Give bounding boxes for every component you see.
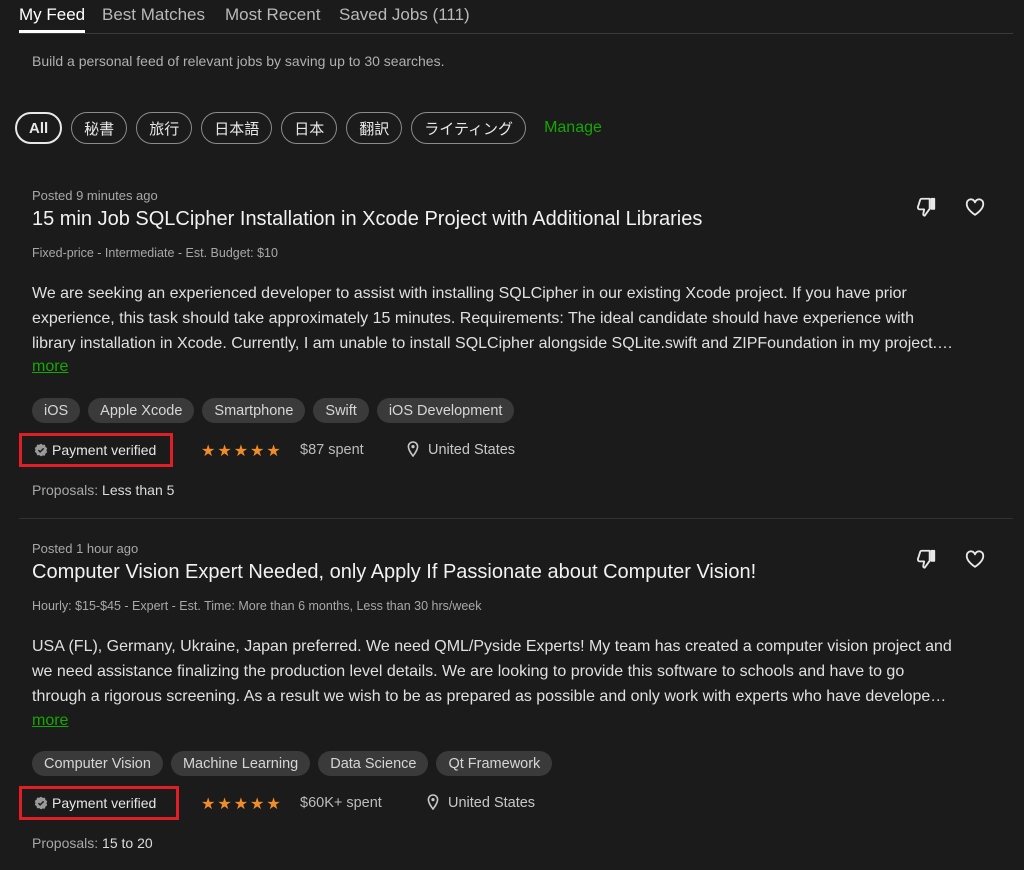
star-icon: ★: [217, 796, 232, 813]
client-location: United States: [448, 795, 536, 811]
skill-tag[interactable]: iOS Development: [376, 398, 515, 423]
skill-tags: Computer Vision Machine Learning Data Sc…: [32, 751, 553, 776]
star-icon: ★: [266, 796, 281, 813]
thumbs-down-icon: [916, 549, 936, 569]
client-spent: $87 spent: [300, 442, 364, 458]
more-link[interactable]: more: [32, 712, 68, 730]
filter-chip-writing[interactable]: ライティング: [411, 112, 527, 144]
map-pin-icon: [407, 441, 419, 457]
description-line: through a rigorous screening. As a resul…: [32, 688, 947, 705]
star-icon: ★: [201, 443, 216, 460]
client-info-row: Payment verified ★ ★ ★ ★ ★ $87 spent United …: [0, 433, 1024, 473]
map-pin-icon: [427, 794, 439, 810]
tab-my-feed[interactable]: My Feed: [19, 5, 85, 25]
skill-tag[interactable]: Qt Framework: [436, 751, 553, 776]
tab-most-recent[interactable]: Most Recent: [225, 5, 320, 25]
heart-icon: [965, 198, 985, 216]
posted-time: Posted 9 minutes ago: [32, 188, 158, 203]
filter-chip-bar: All 秘書 旅行 日本語 日本 翻訳 ライティング Manage: [15, 111, 602, 145]
star-icon: ★: [201, 796, 216, 813]
star-icon: ★: [217, 443, 232, 460]
save-job-button[interactable]: [962, 546, 988, 572]
filter-chip-secretary[interactable]: 秘書: [71, 112, 128, 144]
feed-hint-text: Build a personal feed of relevant jobs b…: [32, 53, 445, 69]
card-divider: [19, 518, 1013, 519]
skill-tag[interactable]: Swift: [313, 398, 369, 423]
filter-chip-translation[interactable]: 翻訳: [346, 112, 403, 144]
skill-tag[interactable]: Machine Learning: [170, 751, 311, 776]
payment-status: Payment verified: [52, 795, 157, 811]
client-location: United States: [428, 442, 516, 458]
tab-saved-jobs[interactable]: Saved Jobs (111): [339, 5, 470, 25]
job-description: USA (FL), Germany, Ukraine, Japan prefer…: [32, 634, 994, 709]
skill-tag[interactable]: Data Science: [318, 751, 429, 776]
filter-chip-japanese-language[interactable]: 日本語: [201, 112, 273, 144]
job-title[interactable]: 15 min Job SQLCipher Installation in Xco…: [32, 208, 702, 231]
job-meta: Hourly: $15-$45 - Expert - Est. Time: Mo…: [32, 599, 482, 613]
thumbs-down-icon: [916, 197, 936, 217]
payment-verified-badge: Payment verified: [19, 433, 173, 467]
payment-verified-badge: Payment verified: [19, 786, 179, 820]
filter-chip-travel[interactable]: 旅行: [136, 112, 193, 144]
check-badge-icon: [34, 796, 48, 810]
skill-tag[interactable]: Smartphone: [202, 398, 306, 423]
manage-searches-link[interactable]: Manage: [544, 119, 602, 137]
proposals-value: Less than 5: [102, 482, 175, 498]
job-meta: Fixed-price - Intermediate - Est. Budget…: [32, 246, 278, 260]
description-line: We are seeking an experienced developer …: [32, 285, 907, 302]
description-line: experience, this task should take approx…: [32, 310, 914, 327]
payment-status: Payment verified: [52, 442, 157, 458]
description-line: USA (FL), Germany, Ukraine, Japan prefer…: [32, 638, 952, 655]
tab-best-matches[interactable]: Best Matches: [102, 5, 205, 25]
client-info-row: Payment verified ★ ★ ★ ★ ★ $60K+ spent Unite…: [0, 786, 1024, 826]
proposals-count: Proposals: 15 to 20: [32, 835, 153, 851]
dislike-button[interactable]: [913, 194, 939, 220]
skill-tags: iOS Apple Xcode Smartphone Swift iOS Dev…: [32, 398, 515, 423]
client-rating: ★ ★ ★ ★ ★: [201, 794, 281, 814]
dislike-button[interactable]: [913, 546, 939, 572]
filter-chip-all[interactable]: All: [15, 112, 63, 144]
job-description: We are seeking an experienced developer …: [32, 281, 994, 356]
star-icon: ★: [266, 443, 281, 460]
posted-time: Posted 1 hour ago: [32, 541, 139, 556]
star-icon: ★: [233, 796, 249, 813]
tab-bar: My Feed Best Matches Most Recent Saved J…: [19, 0, 1013, 34]
job-title[interactable]: Computer Vision Expert Needed, only Appl…: [32, 561, 756, 584]
skill-tag[interactable]: Computer Vision: [32, 751, 163, 776]
check-badge-icon: [34, 443, 48, 457]
more-link[interactable]: more: [32, 358, 68, 376]
filter-chip-japan[interactable]: 日本: [281, 112, 338, 144]
skill-tag[interactable]: Apple Xcode: [88, 398, 195, 423]
client-rating: ★ ★ ★ ★ ★: [201, 441, 281, 461]
star-icon: ★: [250, 796, 265, 813]
active-tab-indicator: [19, 30, 85, 33]
proposals-count: Proposals: Less than 5: [32, 482, 174, 498]
star-icon: ★: [250, 443, 265, 460]
save-job-button[interactable]: [962, 194, 988, 220]
client-spent: $60K+ spent: [300, 795, 382, 811]
proposals-label: Proposals:: [32, 482, 99, 498]
description-line: library installation in Xcode. Currently…: [32, 335, 954, 352]
proposals-label: Proposals:: [32, 835, 99, 851]
star-icon: ★: [233, 443, 249, 460]
description-line: we need assistance finalizing the produc…: [32, 663, 905, 680]
proposals-value: 15 to 20: [102, 835, 153, 851]
skill-tag[interactable]: iOS: [32, 398, 81, 423]
heart-icon: [965, 550, 985, 568]
